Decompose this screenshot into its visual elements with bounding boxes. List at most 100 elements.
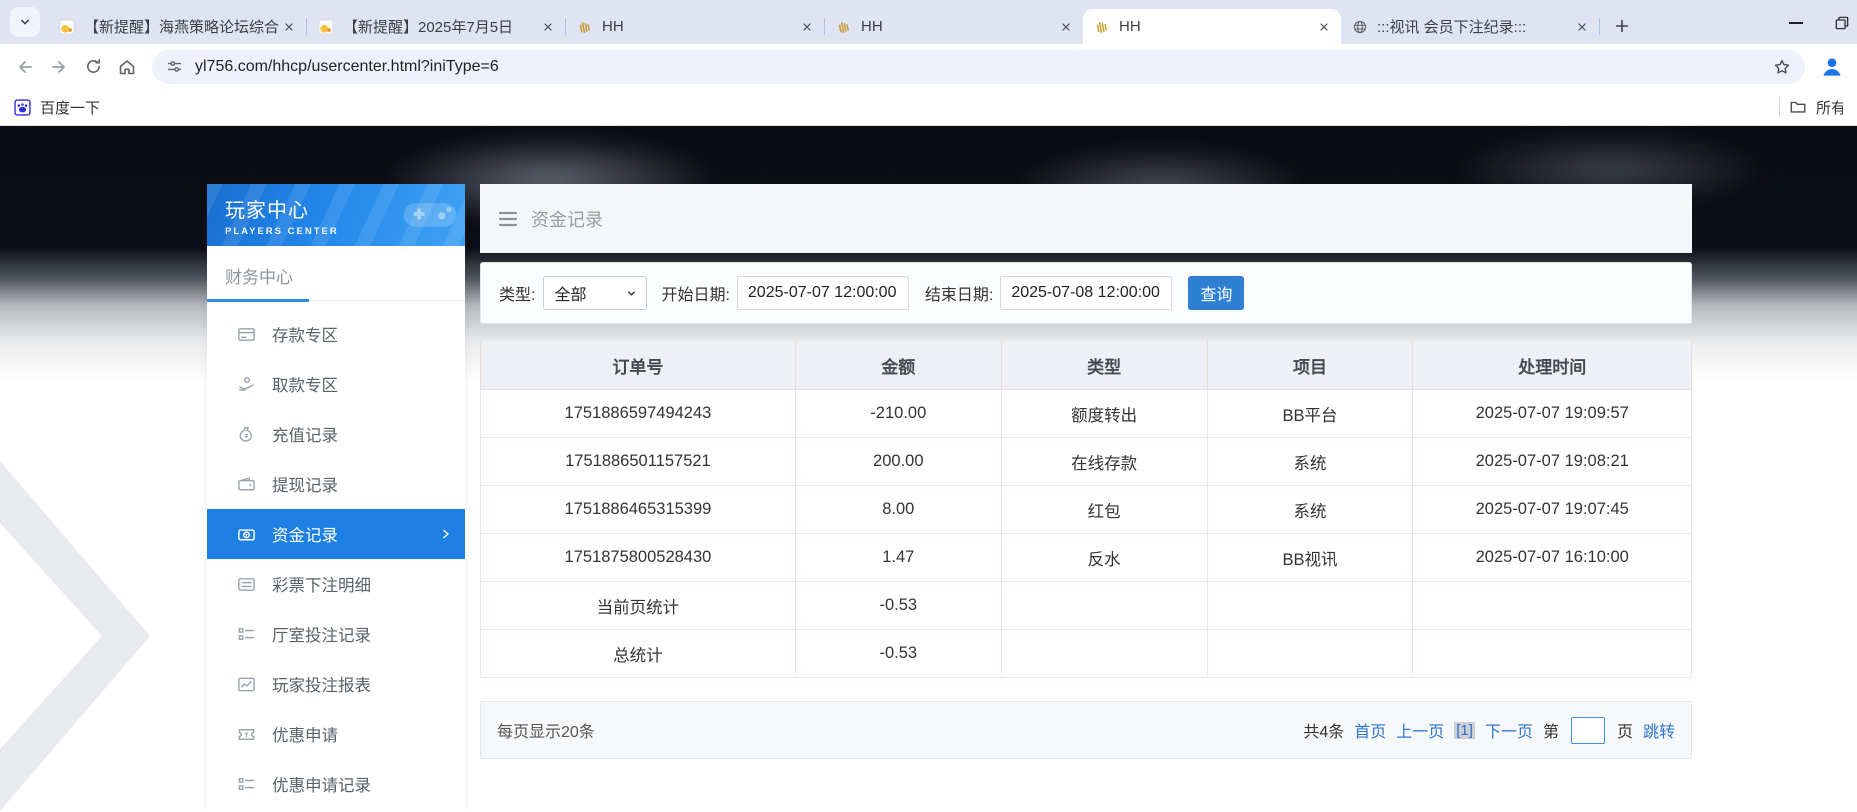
site-settings-icon[interactable] bbox=[166, 58, 183, 75]
sidebar-item-funds-record[interactable]: 资金记录 bbox=[207, 509, 465, 559]
table-cell: 8.00 bbox=[795, 486, 1001, 534]
browser-tab-bar: 【新提醒】海燕策略论坛综合 【新提醒】2025年7月5日 HH HH bbox=[0, 0, 1857, 44]
deposit-card-icon bbox=[237, 325, 256, 344]
address-bar[interactable]: yl756.com/hhcp/usercenter.html?iniType=6 bbox=[152, 50, 1805, 84]
prev-page-link[interactable]: 上一页 bbox=[1396, 718, 1444, 742]
bookmark-baidu[interactable]: 百度一下 bbox=[14, 97, 100, 118]
table-cell bbox=[1001, 630, 1207, 678]
browser-tab-3[interactable]: HH bbox=[566, 9, 824, 44]
browser-tab-5-active[interactable]: HH bbox=[1083, 9, 1341, 44]
sidebar-item-withdraw-record[interactable]: 提现记录 bbox=[207, 459, 465, 509]
tab-close-icon[interactable] bbox=[798, 18, 816, 36]
home-button[interactable] bbox=[110, 50, 144, 84]
column-header: 类型 bbox=[1001, 341, 1207, 390]
bookmark-label: 百度一下 bbox=[40, 97, 100, 118]
type-select[interactable]: 全部 bbox=[543, 276, 647, 310]
sidebar-item-recharge-record[interactable]: 充值记录 bbox=[207, 409, 465, 459]
bookmark-star-button[interactable] bbox=[1767, 52, 1797, 82]
browser-toolbar: yl756.com/hhcp/usercenter.html?iniType=6 bbox=[0, 44, 1857, 89]
star-icon bbox=[1773, 58, 1791, 76]
start-date-input[interactable] bbox=[737, 276, 909, 310]
tab-title: HH bbox=[1119, 18, 1315, 35]
table-row: 当前页统计-0.53 bbox=[481, 582, 1692, 630]
sidebar-item-hall-bets[interactable]: 厅室投注记录 bbox=[207, 609, 465, 659]
sidebar-item-promo-record[interactable]: 优惠申请记录 bbox=[207, 759, 465, 809]
tab-close-icon[interactable] bbox=[280, 18, 298, 36]
sidebar-item-label: 优惠申请 bbox=[272, 722, 338, 746]
person-icon bbox=[1819, 54, 1845, 80]
all-bookmarks-label: 所有书签 bbox=[1816, 97, 1843, 118]
table-row: 1751886597494243-210.00额度转出BB平台2025-07-0… bbox=[481, 390, 1692, 438]
column-header: 项目 bbox=[1207, 341, 1413, 390]
end-date-input[interactable] bbox=[1000, 276, 1172, 310]
jump-link[interactable]: 跳转 bbox=[1643, 718, 1675, 742]
table-cell: 1751886597494243 bbox=[481, 390, 796, 438]
table-cell: 总统计 bbox=[481, 630, 796, 678]
sidebar-item-label: 厅室投注记录 bbox=[272, 622, 371, 646]
page-suffix: 页 bbox=[1617, 718, 1633, 742]
all-bookmarks[interactable]: 所有书签 bbox=[1779, 97, 1843, 118]
table-cell bbox=[1413, 582, 1692, 630]
sidebar-item-label: 玩家投注报表 bbox=[272, 672, 371, 696]
filter-bar: 类型: 全部 开始日期: 结束日期: 查询 bbox=[480, 262, 1692, 324]
table-row: 总统计-0.53 bbox=[481, 630, 1692, 678]
sidebar-item-label: 提现记录 bbox=[272, 472, 338, 496]
plus-icon bbox=[1613, 17, 1631, 35]
next-page-link[interactable]: 下一页 bbox=[1485, 718, 1533, 742]
table-cell bbox=[1207, 630, 1413, 678]
sidebar: 玩家中心 PLAYERS CENTER 财务中心 存款专区 取款专区 bbox=[207, 184, 465, 811]
sidebar-item-bet-report[interactable]: 玩家投注报表 bbox=[207, 659, 465, 709]
gamepad-icon bbox=[401, 194, 459, 234]
chevron-down-icon bbox=[626, 288, 637, 299]
query-button[interactable]: 查询 bbox=[1188, 276, 1244, 310]
url-text[interactable]: yl756.com/hhcp/usercenter.html?iniType=6 bbox=[195, 58, 1767, 76]
reload-button[interactable] bbox=[76, 50, 110, 84]
new-tab-button[interactable] bbox=[1608, 12, 1636, 40]
sidebar-item-withdraw[interactable]: 取款专区 bbox=[207, 359, 465, 409]
profile-avatar[interactable] bbox=[1817, 52, 1847, 82]
forward-button[interactable] bbox=[42, 50, 76, 84]
tab-close-icon[interactable] bbox=[1315, 18, 1333, 36]
tab-title: 【新提醒】2025年7月5日 bbox=[343, 16, 539, 37]
table-cell: 2025-07-07 19:08:21 bbox=[1413, 438, 1692, 486]
folder-icon bbox=[1789, 98, 1807, 116]
table-cell: -210.00 bbox=[795, 390, 1001, 438]
tab-title: HH bbox=[602, 18, 798, 35]
table-cell: 1.47 bbox=[795, 534, 1001, 582]
table-cell: 在线存款 bbox=[1001, 438, 1207, 486]
table-cell: 额度转出 bbox=[1001, 390, 1207, 438]
first-page-link[interactable]: 首页 bbox=[1354, 718, 1386, 742]
back-button[interactable] bbox=[8, 50, 42, 84]
tab-close-icon[interactable] bbox=[539, 18, 557, 36]
chevron-down-icon bbox=[17, 14, 33, 30]
browser-tab-4[interactable]: HH bbox=[825, 9, 1083, 44]
reload-icon bbox=[84, 57, 103, 76]
window-minimize-icon[interactable] bbox=[1789, 22, 1803, 24]
tab-close-icon[interactable] bbox=[1573, 18, 1591, 36]
sidebar-item-promo-apply[interactable]: 优惠申请 bbox=[207, 709, 465, 759]
table-cell: 系统 bbox=[1207, 486, 1413, 534]
window-restore-icon[interactable] bbox=[1835, 16, 1849, 30]
sidebar-item-lottery-bets[interactable]: 彩票下注明细 bbox=[207, 559, 465, 609]
table-cell: 1751875800528430 bbox=[481, 534, 796, 582]
browser-tab-6[interactable]: :::视讯 会员下注纪录::: bbox=[1341, 9, 1599, 44]
pagination-bar: 每页显示20条 共4条 首页 上一页 [1] 下一页 第 页 跳转 bbox=[480, 701, 1692, 759]
table-row: 17518864653153998.00红包系统2025-07-07 19:07… bbox=[481, 486, 1692, 534]
page-content: 玩家中心 PLAYERS CENTER 财务中心 存款专区 取款专区 bbox=[0, 126, 1857, 811]
page-prefix: 第 bbox=[1543, 718, 1559, 742]
table-header-row: 订单号 金额 类型 项目 处理时间 bbox=[481, 341, 1692, 390]
table-cell: BB平台 bbox=[1207, 390, 1413, 438]
table-cell bbox=[1207, 582, 1413, 630]
page-jump-input[interactable] bbox=[1571, 717, 1605, 744]
tab-search-button[interactable] bbox=[10, 7, 40, 37]
sidebar-section-title: 财务中心 bbox=[207, 246, 465, 301]
start-date-label: 开始日期: bbox=[661, 281, 729, 305]
tab-close-icon[interactable] bbox=[1057, 18, 1075, 36]
table-cell: 系统 bbox=[1207, 438, 1413, 486]
table-cell: BB视讯 bbox=[1207, 534, 1413, 582]
browser-tab-1[interactable]: 【新提醒】海燕策略论坛综合 bbox=[48, 9, 306, 44]
sidebar-item-deposit[interactable]: 存款专区 bbox=[207, 309, 465, 359]
hamburger-menu-icon[interactable] bbox=[498, 211, 518, 227]
browser-tab-2[interactable]: 【新提醒】2025年7月5日 bbox=[307, 9, 565, 44]
funds-icon bbox=[237, 525, 256, 544]
